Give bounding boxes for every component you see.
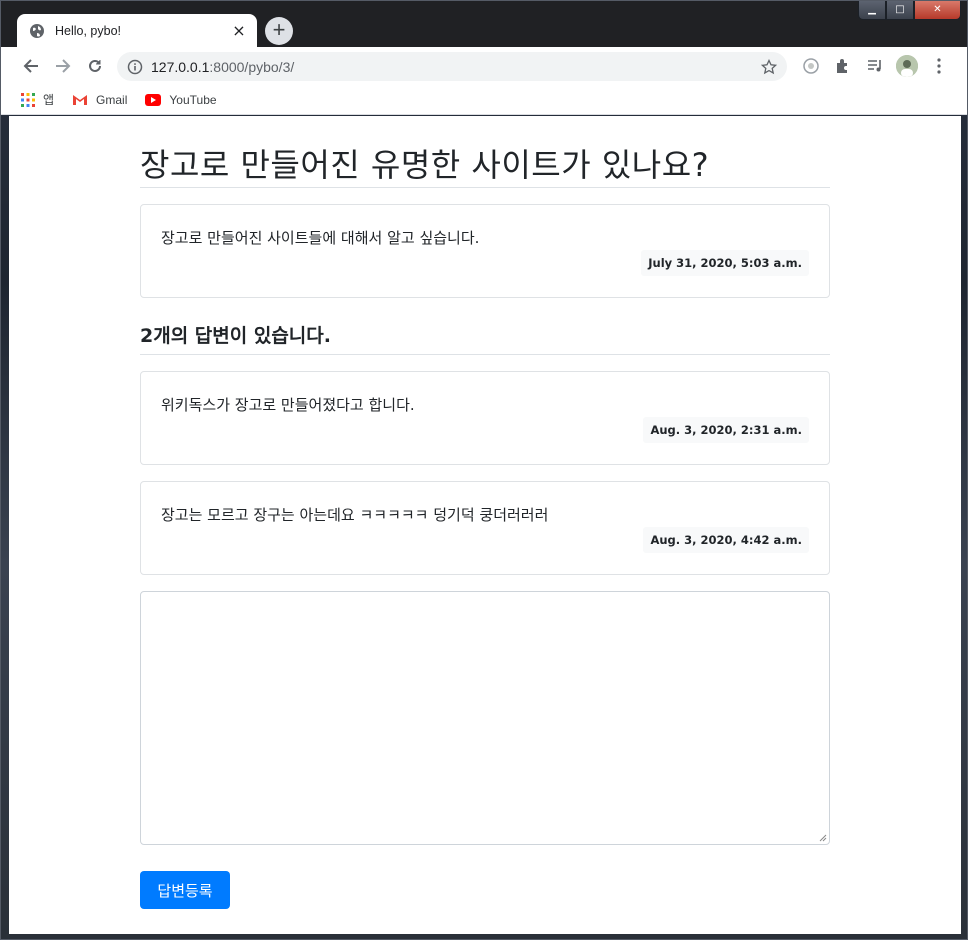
browser-window: Hello, pybo! × + ▁ □ ✕ 127.0.0.1:8000/py… [0,0,968,940]
gmail-icon [73,94,88,105]
tab-close-icon[interactable]: × [231,22,247,39]
answer-content: 장고는 모르고 장구는 아는데요 ㅋㅋㅋㅋㅋ 덩기덕 쿵더러러러 [161,506,549,524]
new-tab-button[interactable]: + [265,17,293,45]
minimize-icon[interactable]: ▁ [858,1,886,20]
bookmark-label: 앱 [43,93,55,107]
answer-date-badge: Aug. 3, 2020, 2:31 a.m. [643,417,809,443]
bookmark-star-icon[interactable] [761,58,777,75]
youtube-icon [145,93,162,106]
browser-tab[interactable]: Hello, pybo! × [17,14,257,47]
question-card: 장고로 만들어진 사이트들에 대해서 알고 싶습니다. July 31, 202… [140,204,830,298]
url-text: 127.0.0.1:8000/pybo/3/ [151,59,761,75]
bookmark-label: YouTube [169,92,217,107]
page-content: 장고로 만들어진 유명한 사이트가 있나요? 장고로 만들어진 사이트들에 대해… [9,116,961,934]
answer-content: 위키독스가 장고로 만들어졌다고 합니다. [161,396,415,414]
extensions-puzzle-icon[interactable] [833,56,853,76]
bookmark-gmail[interactable]: Gmail [72,93,127,107]
question-title: 장고로 만들어진 유명한 사이트가 있나요? [140,140,830,188]
window-controls: ▁ □ ✕ [858,1,961,21]
window-close-icon[interactable]: ✕ [914,1,961,20]
answer-count-heading: 2개의 답변이 있습니다. [140,321,830,355]
bookmark-youtube[interactable]: YouTube [145,92,217,107]
bookmark-apps[interactable]: 앱 [21,91,54,108]
reload-icon[interactable] [81,52,109,80]
menu-kebab-icon[interactable] [929,56,949,76]
answer-textarea[interactable] [140,591,830,845]
answer-card: 위키독스가 장고로 만들어졌다고 합니다. Aug. 3, 2020, 2:31… [140,371,830,465]
info-icon[interactable] [127,59,143,75]
extension-circle-icon[interactable] [801,56,821,76]
bookmark-label: Gmail [96,92,128,107]
submit-answer-button[interactable]: 답변등록 [140,871,230,909]
back-icon[interactable] [17,52,45,80]
browser-toolbar: 127.0.0.1:8000/pybo/3/ [1,47,967,85]
media-control-icon[interactable] [865,56,885,76]
apps-grid-icon [21,92,35,107]
url-path: :8000/pybo/3/ [209,58,295,75]
forward-icon[interactable] [49,52,77,80]
globe-icon [30,23,44,38]
answer-date-badge: Aug. 3, 2020, 4:42 a.m. [643,527,809,553]
question-content: 장고로 만들어진 사이트들에 대해서 알고 싶습니다. [161,229,480,247]
answer-card: 장고는 모르고 장구는 아는데요 ㅋㅋㅋㅋㅋ 덩기덕 쿵더러러러 Aug. 3,… [140,481,830,575]
resize-grip-icon[interactable] [818,833,827,842]
address-bar[interactable]: 127.0.0.1:8000/pybo/3/ [117,52,787,81]
tab-strip: Hello, pybo! × + ▁ □ ✕ [1,1,967,47]
maximize-icon[interactable]: □ [886,1,914,20]
url-host: 127.0.0.1 [151,58,210,75]
profile-avatar[interactable] [896,55,918,77]
question-date-badge: July 31, 2020, 5:03 a.m. [641,250,809,276]
tab-title: Hello, pybo! [55,23,122,38]
bookmarks-bar: 앱 Gmail YouTube [1,85,967,115]
